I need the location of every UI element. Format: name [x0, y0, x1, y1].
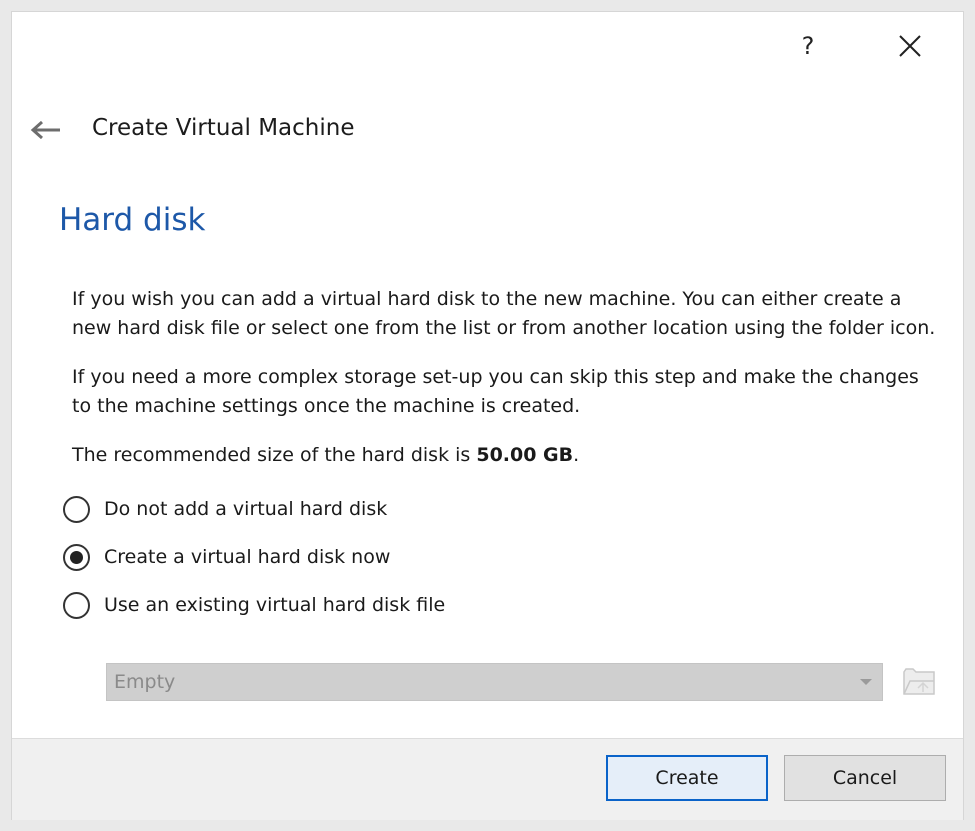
folder-icon — [903, 668, 935, 695]
dialog-title: Create Virtual Machine — [92, 115, 355, 141]
disk-file-value: Empty — [114, 671, 176, 693]
option-no-disk-label: Do not add a virtual hard disk — [104, 498, 388, 521]
disk-file-selector: Empty — [106, 663, 937, 701]
radio-existing-disk[interactable] — [63, 592, 90, 619]
arrow-left-icon — [30, 120, 60, 140]
recommended-size-text: The recommended size of the hard disk is… — [72, 441, 942, 470]
close-icon — [899, 35, 921, 57]
page-content: If you wish you can add a virtual hard d… — [63, 285, 942, 630]
disk-file-combobox[interactable]: Empty — [106, 663, 883, 701]
recommended-size-value: 50.00 GB — [476, 444, 574, 466]
radio-no-disk[interactable] — [63, 496, 90, 523]
description-paragraph-2: If you need a more complex storage set-u… — [72, 366, 919, 417]
create-vm-dialog: ? Create Virtual Machine Hard disk If yo… — [11, 11, 964, 820]
radio-create-disk[interactable] — [63, 544, 90, 571]
description-paragraph-1: If you wish you can add a virtual hard d… — [72, 288, 936, 339]
option-existing-disk-label: Use an existing virtual hard disk file — [104, 594, 446, 617]
cancel-button[interactable]: Cancel — [784, 755, 946, 801]
recommended-size-suffix: . — [573, 444, 580, 466]
page-heading: Hard disk — [59, 202, 206, 238]
recommended-size-prefix: The recommended size of the hard disk is — [72, 444, 477, 466]
create-button[interactable]: Create — [606, 755, 768, 801]
option-create-disk[interactable]: Create a virtual hard disk now — [63, 534, 942, 582]
option-create-disk-label: Create a virtual hard disk now — [104, 546, 391, 569]
option-no-disk[interactable]: Do not add a virtual hard disk — [63, 486, 942, 534]
option-existing-disk[interactable]: Use an existing virtual hard disk file — [63, 582, 942, 630]
choose-disk-file-button[interactable] — [901, 664, 937, 700]
close-button[interactable] — [892, 30, 928, 62]
dialog-footer: Create Cancel — [12, 738, 963, 820]
chevron-down-icon — [860, 679, 872, 685]
back-button[interactable] — [28, 116, 64, 144]
help-button[interactable]: ? — [793, 30, 823, 62]
